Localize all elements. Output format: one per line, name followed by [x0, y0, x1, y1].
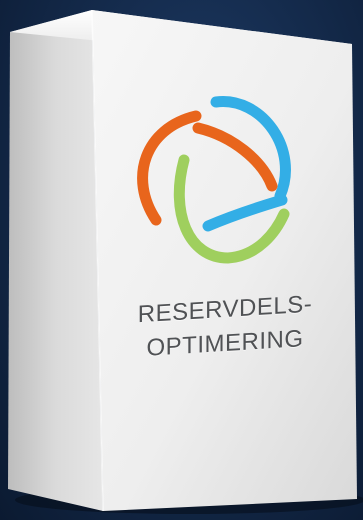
product-name-label: RESERVDELS- OPTIMERING: [110, 286, 340, 368]
box-side-face: [8, 10, 103, 511]
product-box-scene: RESERVDELS- OPTIMERING: [0, 0, 363, 520]
product-box: [8, 9, 363, 514]
